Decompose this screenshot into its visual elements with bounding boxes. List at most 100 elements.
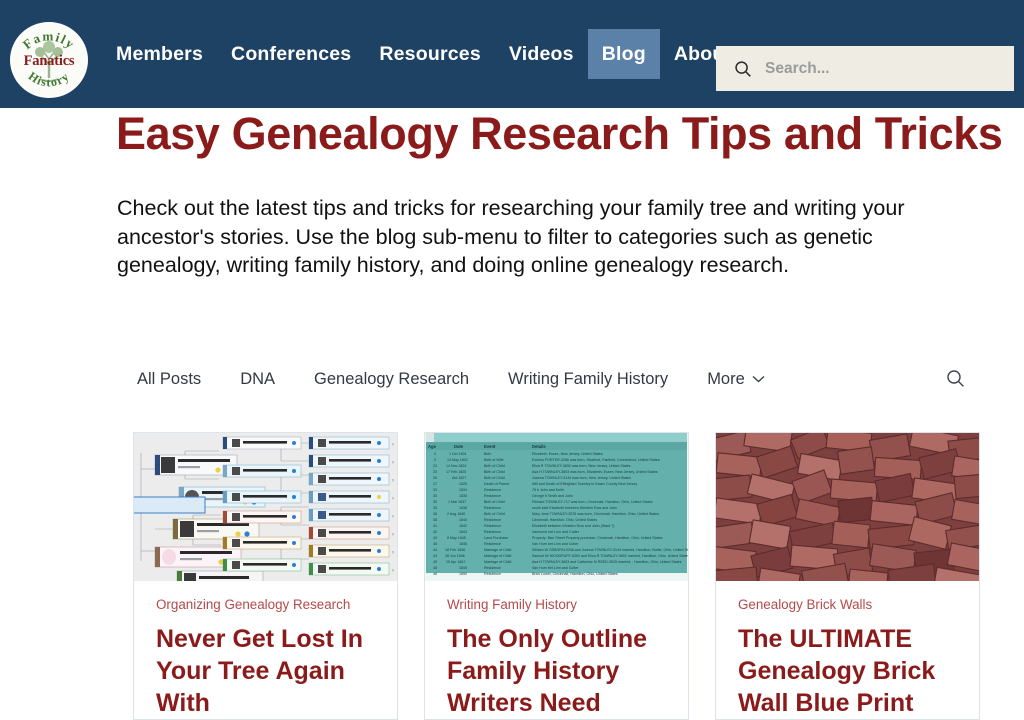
- svg-text:›: ›: [392, 496, 394, 502]
- svg-text:Birth of Child: Birth of Child: [484, 470, 505, 474]
- svg-text:Birth of Wife: Birth of Wife: [484, 458, 504, 462]
- svg-text:Elizabeth, Essex, New Jersey,: Elizabeth, Essex, New Jersey, United Sta…: [532, 452, 603, 456]
- category-tabs: All Posts DNA Genealogy Research Writing…: [137, 360, 804, 398]
- svg-text:Van Horn bet Linn and Cutter: Van Horn bet Linn and Cutter: [532, 542, 579, 546]
- svg-text:Vanhorne bet Linn and Cutter: Vanhorne bet Linn and Cutter: [532, 530, 580, 534]
- svg-text:Event: Event: [484, 444, 496, 449]
- svg-text:Samuel W WOODRUFF-8392 and Eli: Samuel W WOODRUFF-8392 and Eliza R TOWNL…: [532, 554, 688, 558]
- pedigree-chart-image: › › › › › › › ›: [134, 433, 397, 581]
- svg-text:›: ›: [392, 478, 394, 484]
- svg-text:Abt 1827: Abt 1827: [452, 476, 466, 480]
- svg-text:48: 48: [433, 572, 437, 576]
- svg-text:1843: 1843: [459, 530, 467, 534]
- svg-text:William W OSBORN-9348 and Joan: William W OSBORN-9348 and Joanna TOWNLEY…: [532, 548, 688, 552]
- svg-text:Birth of Child: Birth of Child: [484, 464, 505, 468]
- tab-more[interactable]: More: [707, 370, 765, 389]
- nav-item-members[interactable]: Members: [102, 29, 217, 79]
- svg-text:Residence: Residence: [484, 572, 501, 576]
- svg-text:Richard TOWNLEY-717 was born,: Richard TOWNLEY-717 was born, Cincinnati…: [532, 500, 653, 504]
- post-card[interactable]: Genealogy Brick Walls The ULTIMATE Genea…: [715, 432, 980, 720]
- post-card-body: Writing Family History The Only Outline …: [425, 581, 688, 719]
- svg-text:1846: 1846: [459, 542, 467, 546]
- search-icon: [735, 60, 751, 77]
- svg-text:›: ›: [392, 514, 394, 520]
- tab-all-posts[interactable]: All Posts: [137, 370, 201, 389]
- filter-search-icon[interactable]: [946, 369, 965, 388]
- svg-text:Birth of Child: Birth of Child: [484, 500, 505, 504]
- svg-text:44: 44: [433, 554, 437, 558]
- post-category[interactable]: Writing Family History: [447, 597, 666, 612]
- svg-text:35: 35: [433, 494, 437, 498]
- post-category[interactable]: Genealogy Brick Walls: [738, 597, 957, 612]
- svg-text:Residence: Residence: [484, 530, 501, 534]
- svg-text:Mary Jane TOWNLEY-3576 was bor: Mary Jane TOWNLEY-3576 was born, Cincinn…: [532, 512, 659, 516]
- svg-text:2 Aug 1840: 2 Aug 1840: [447, 512, 465, 516]
- svg-text:27: 27: [433, 482, 437, 486]
- svg-text:1842: 1842: [459, 524, 467, 528]
- header-search-box[interactable]: Search...: [716, 46, 1014, 91]
- nav-item-conferences[interactable]: Conferences: [217, 29, 365, 79]
- post-thumbnail-brick-pile[interactable]: [716, 433, 979, 581]
- search-input-placeholder: Search...: [765, 59, 830, 77]
- site-header: Family History Fanatics Members Conferen…: [0, 0, 1024, 108]
- chevron-down-icon: [752, 376, 765, 383]
- svg-text:45: 45: [433, 560, 437, 564]
- svg-text:Birth: Birth: [484, 452, 491, 456]
- nav-item-videos[interactable]: Videos: [495, 29, 588, 79]
- post-category[interactable]: Organizing Genealogy Research: [156, 597, 375, 612]
- svg-text:13 May 1802: 13 May 1802: [447, 458, 468, 462]
- svg-text:23: 23: [433, 464, 437, 468]
- svg-text:1836: 1836: [459, 494, 467, 498]
- post-card-body: Organizing Genealogy Research Never Get …: [134, 581, 397, 719]
- main-navigation: Members Conferences Resources Videos Blo…: [102, 0, 745, 108]
- svg-text:42: 42: [433, 530, 437, 534]
- svg-text:1 Oct 1801: 1 Oct 1801: [449, 452, 467, 456]
- svg-text:43: 43: [433, 536, 437, 540]
- svg-text:Joanna TOWNLEY-3144 was born,: Joanna TOWNLEY-3144 was born, New Jersey…: [532, 476, 631, 480]
- post-card[interactable]: › › › › › › › › Organizing Genealogy Res…: [133, 432, 398, 720]
- category-filter-bar: All Posts DNA Genealogy Research Writing…: [0, 360, 1024, 398]
- post-card-body: Genealogy Brick Walls The ULTIMATE Genea…: [716, 581, 979, 719]
- svg-text:Residence: Residence: [484, 566, 501, 570]
- page-intro-text: Check out the latest tips and tricks for…: [117, 196, 905, 277]
- svg-text:Residence: Residence: [484, 518, 501, 522]
- site-logo[interactable]: Family History Fanatics: [10, 22, 88, 98]
- tab-dna[interactable]: DNA: [240, 370, 275, 389]
- post-thumbnail-pedigree-chart[interactable]: › › › › › › › ›: [134, 433, 397, 581]
- svg-text:›: ›: [392, 532, 394, 538]
- svg-text:Marriage of Child: Marriage of Child: [484, 548, 511, 552]
- svg-text:18 Feb 1846: 18 Feb 1846: [445, 548, 465, 552]
- svg-text:78 b John and Keith: 78 b John and Keith: [532, 488, 564, 492]
- svg-text:38: 38: [433, 518, 437, 522]
- svg-text:›: ›: [392, 460, 394, 466]
- svg-text:8 May 1845: 8 May 1845: [447, 536, 466, 540]
- svg-text:17 Feb 1825: 17 Feb 1825: [446, 470, 466, 474]
- svg-text:Age: Age: [428, 444, 437, 449]
- svg-text:Details: Details: [532, 444, 546, 449]
- svg-text:1828: 1828: [459, 482, 467, 486]
- post-card-grid: › › › › › › › › Organizing Genealogy Res…: [133, 432, 995, 720]
- tab-writing-family-history[interactable]: Writing Family History: [508, 370, 668, 389]
- post-thumbnail-timeline-table[interactable]: Age Date Event Details 0 1 Oct 1801 Birth E…: [425, 433, 688, 581]
- svg-text:Asa H TOWNLEY-3693 and Catheri: Asa H TOWNLEY-3693 and Catherine M REED-…: [532, 560, 682, 564]
- post-title[interactable]: The ULTIMATE Genealogy Brick Wall Blue P…: [738, 623, 957, 719]
- svg-text:George b Smith and John: George b Smith and John: [532, 494, 573, 498]
- svg-text:Fanatics: Fanatics: [24, 53, 75, 69]
- svg-text:41: 41: [433, 524, 437, 528]
- svg-text:Brick Lower, Cincinnati, Hamil: Brick Lower, Cincinnati, Hamilton, Ohio,…: [532, 572, 618, 576]
- post-title[interactable]: The Only Outline Family History Writers …: [447, 623, 666, 719]
- svg-text:Residence: Residence: [484, 488, 501, 492]
- svg-text:Land Purchase: Land Purchase: [484, 536, 508, 540]
- svg-text:23: 23: [433, 470, 437, 474]
- svg-text:Date: Date: [454, 444, 464, 449]
- svg-text:35: 35: [433, 506, 437, 510]
- svg-text:Evelina PORTER-3266 was born,: Evelina PORTER-3266 was born, Stratford,…: [532, 458, 660, 462]
- nav-item-blog[interactable]: Blog: [587, 29, 660, 79]
- post-title[interactable]: Never Get Lost In Your Tree Again With: [156, 623, 375, 719]
- nav-item-resources[interactable]: Resources: [365, 29, 495, 79]
- tab-genealogy-research[interactable]: Genealogy Research: [314, 370, 469, 389]
- svg-text:Birth of Child: Birth of Child: [484, 476, 505, 480]
- post-card[interactable]: Age Date Event Details 0 1 Oct 1801 Birth E…: [424, 432, 689, 720]
- svg-text:Death of Parent: Death of Parent: [484, 482, 509, 486]
- svg-text:Elizabeth between Western Row: Elizabeth between Western Row and John (…: [532, 524, 615, 528]
